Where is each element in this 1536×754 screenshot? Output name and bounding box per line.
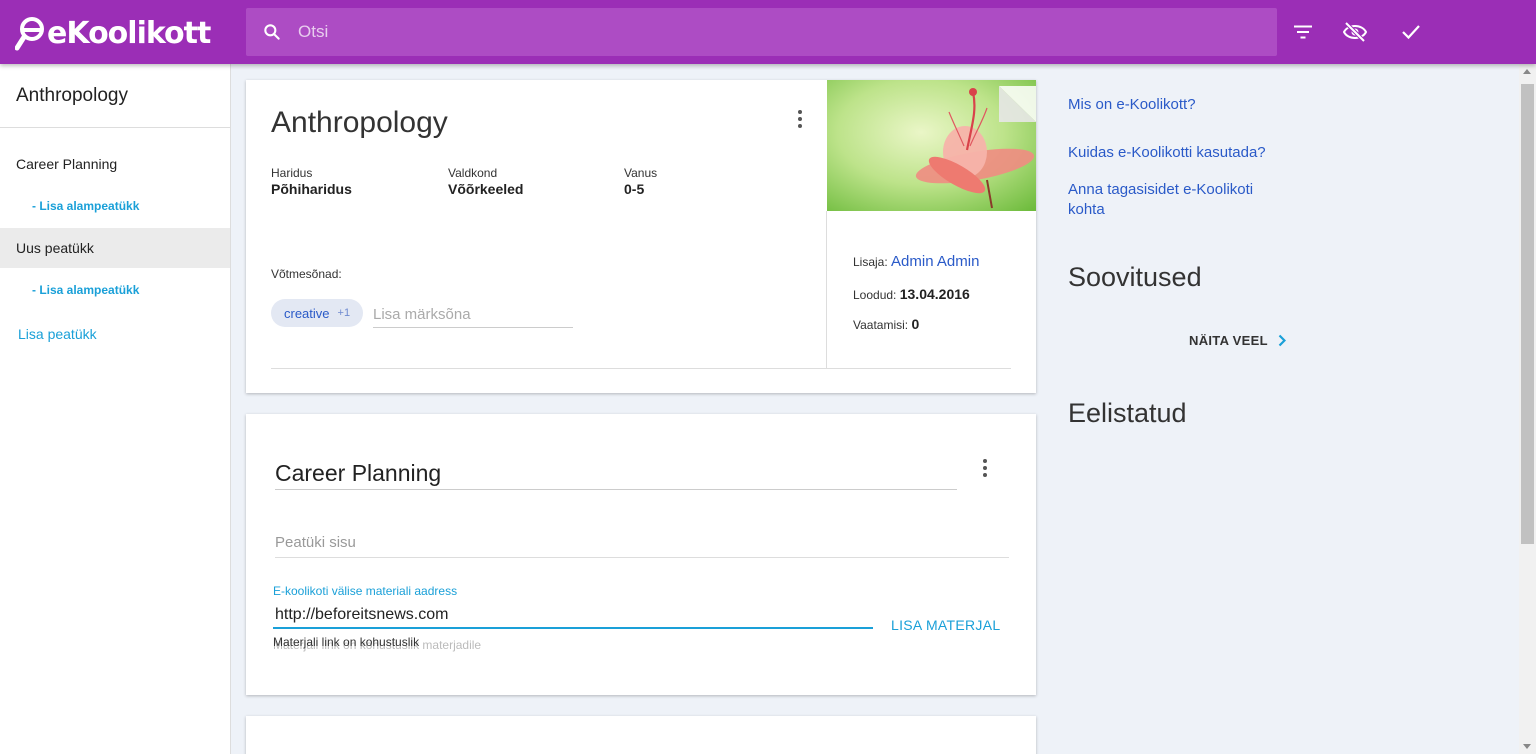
- keyword-chip-text: creative: [284, 305, 330, 321]
- chapter-card: Career Planning E-koolikoti välise mater…: [246, 414, 1036, 695]
- right-column: Mis on e-Koolikott? Kuidas e-Koolikotti …: [1068, 95, 1298, 429]
- recommendations-heading: Soovitused: [1068, 262, 1202, 292]
- logo[interactable]: eKoolikott: [15, 14, 211, 52]
- filter-button[interactable]: [1291, 20, 1315, 44]
- created-label: Loodud:: [853, 288, 897, 302]
- meta-value: Põhiharidus: [271, 181, 352, 197]
- created-row: Loodud: 13.04.2016: [853, 286, 970, 302]
- added-by-link[interactable]: Admin Admin: [891, 253, 979, 270]
- visibility-off-icon: [1343, 22, 1367, 42]
- created-date: 13.04.2016: [899, 286, 970, 302]
- scrollbar-thumb[interactable]: [1521, 84, 1534, 544]
- how-to-use-link[interactable]: Kuidas e-Koolikotti kasutada?: [1068, 143, 1298, 163]
- logo-text: eKoolikott: [47, 15, 211, 51]
- add-chapter-link[interactable]: Lisa peatükk: [0, 312, 230, 356]
- keyword-chip[interactable]: creative +1: [271, 299, 364, 327]
- top-app-bar: eKoolikott: [0, 0, 1536, 64]
- add-material-button[interactable]: LISA MATERJAL: [891, 617, 1000, 633]
- add-subchapter-link[interactable]: - Lisa alampeatükk: [0, 184, 230, 228]
- more-vert-icon[interactable]: [790, 107, 810, 131]
- featured-heading: Eelistatud: [1068, 398, 1187, 428]
- meta-domain: Valdkond Võõrkeeled: [448, 166, 523, 197]
- meta-age: Vanus 0-5: [624, 166, 657, 197]
- external-material-url-input[interactable]: [273, 602, 873, 629]
- check-icon: [1402, 25, 1420, 40]
- meta-value: Võõrkeeled: [448, 181, 524, 197]
- views-label: Vaatamisi:: [853, 318, 909, 332]
- what-is-link[interactable]: Mis on e-Koolikott?: [1068, 95, 1298, 115]
- done-button[interactable]: [1399, 20, 1423, 44]
- sidebar-item-career-planning[interactable]: Career Planning: [0, 144, 230, 184]
- sidebar-item-new-chapter[interactable]: Uus peatükk: [0, 228, 230, 268]
- scroll-up-icon[interactable]: [1523, 69, 1531, 74]
- added-by-row: Lisaja: Admin Admin: [853, 253, 979, 270]
- keyword-input[interactable]: [373, 302, 573, 328]
- chapter-title-input[interactable]: Career Planning: [275, 460, 957, 490]
- material-info-panel: Lisaja: Admin Admin Loodud: 13.04.2016 V…: [826, 211, 1036, 368]
- meta-education: Haridus Põhiharidus: [271, 166, 352, 197]
- keywords-label: Võtmesõnad:: [271, 267, 342, 281]
- chapter-content-input[interactable]: [275, 528, 1009, 558]
- meta-label: Vanus: [624, 166, 658, 180]
- logo-e-icon: [15, 17, 44, 51]
- more-vert-icon[interactable]: [975, 456, 995, 480]
- external-material-label: E-koolikoti välise materiali aadress: [273, 584, 458, 598]
- chapter-sidebar: Anthropology Career Planning - Lisa alam…: [0, 64, 231, 754]
- meta-label: Haridus: [271, 166, 313, 180]
- material-thumbnail[interactable]: [827, 80, 1036, 211]
- next-chapter-card: [246, 716, 1036, 754]
- scroll-down-icon[interactable]: [1523, 744, 1531, 749]
- show-more-button[interactable]: NÄITA VEEL: [1189, 333, 1286, 348]
- search-bar: [246, 8, 1277, 56]
- flower-image: [827, 80, 1036, 211]
- show-more-label: NÄITA VEEL: [1189, 333, 1268, 348]
- filter-list-icon: [1294, 25, 1312, 39]
- divider: [271, 368, 1011, 369]
- sidebar-title[interactable]: Anthropology: [0, 64, 230, 128]
- views-count: 0: [911, 316, 920, 332]
- page-scrollbar[interactable]: [1519, 64, 1536, 754]
- search-input[interactable]: [298, 22, 1198, 42]
- feedback-link[interactable]: Anna tagasisidet e-Koolikoti kohta: [1068, 180, 1288, 220]
- views-row: Vaatamisi: 0: [853, 316, 919, 332]
- hide-button[interactable]: [1343, 20, 1367, 44]
- url-required-hint: Materjali link on kohustuslik: [273, 635, 420, 649]
- chevron-right-icon: [1278, 334, 1286, 347]
- added-by-label: Lisaja:: [853, 255, 888, 269]
- meta-value: 0-5: [624, 181, 645, 197]
- material-header-card: Anthropology Haridus Põhiharidus Valdkon…: [246, 80, 1036, 393]
- add-subchapter-link[interactable]: - Lisa alampeatükk: [0, 268, 230, 312]
- search-icon[interactable]: [262, 22, 282, 42]
- material-title: Anthropology: [271, 106, 448, 139]
- meta-label: Valdkond: [448, 166, 498, 180]
- keyword-more-count[interactable]: +1: [338, 307, 351, 319]
